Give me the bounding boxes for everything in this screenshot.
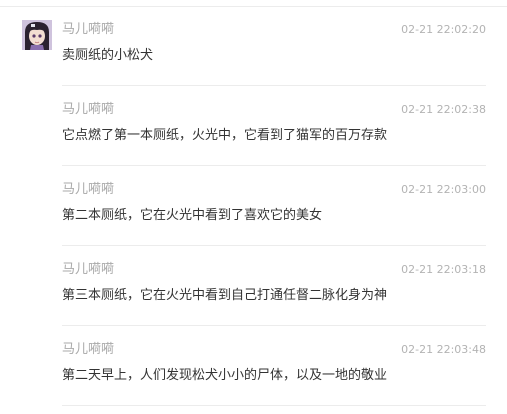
message-username[interactable]: 马儿嗬嗬 <box>62 262 114 278</box>
message-item-3: 马儿嗬嗬 02-21 22:03:00 第二本厕纸，它在火光中看到了喜欢它的美女 <box>62 182 486 262</box>
message-divider <box>62 325 486 326</box>
message-timestamp: 02-21 22:02:20 <box>401 23 486 36</box>
message-timestamp: 02-21 22:03:18 <box>401 263 486 276</box>
message-text: 第二天早上，人们发现松犬小小的尸体，以及一地的敬业 <box>62 368 388 383</box>
message-divider <box>62 85 486 86</box>
message-username[interactable]: 马儿嗬嗬 <box>62 22 114 38</box>
message-text: 第三本厕纸，它在火光中看到自己打通任督二脉化身为神 <box>62 288 388 303</box>
message-divider <box>62 405 486 406</box>
message-item-5: 马儿嗬嗬 02-21 22:03:48 第二天早上，人们发现松犬小小的尸体，以及… <box>62 342 486 414</box>
message-text: 第二本厕纸，它在火光中看到了喜欢它的美女 <box>62 208 323 223</box>
message-timestamp: 02-21 22:03:00 <box>401 183 486 196</box>
message-item-4: 马儿嗬嗬 02-21 22:03:18 第三本厕纸，它在火光中看到自己打通任督二… <box>62 262 486 342</box>
message-divider <box>62 165 486 166</box>
message-timestamp: 02-21 22:02:38 <box>401 103 486 116</box>
message-username[interactable]: 马儿嗬嗬 <box>62 182 114 198</box>
message-item-1: 马儿嗬嗬 02-21 22:02:20 卖厕纸的小松犬 <box>62 22 486 102</box>
message-text: 它点燃了第一本厕纸，火光中，它看到了猫军的百万存款 <box>62 128 388 143</box>
chat-thread: 马儿嗬嗬 02-21 22:02:20 卖厕纸的小松犬 马儿嗬嗬 02-21 2… <box>0 0 507 414</box>
message-timestamp: 02-21 22:03:48 <box>401 343 486 356</box>
avatar[interactable] <box>22 20 52 50</box>
message-username[interactable]: 马儿嗬嗬 <box>62 342 114 358</box>
top-divider <box>0 6 507 7</box>
message-username[interactable]: 马儿嗬嗬 <box>62 102 114 118</box>
anime-girl-avatar-icon <box>22 20 52 50</box>
message-text: 卖厕纸的小松犬 <box>62 48 154 63</box>
message-item-2: 马儿嗬嗬 02-21 22:02:38 它点燃了第一本厕纸，火光中，它看到了猫军… <box>62 102 486 182</box>
message-divider <box>62 245 486 246</box>
